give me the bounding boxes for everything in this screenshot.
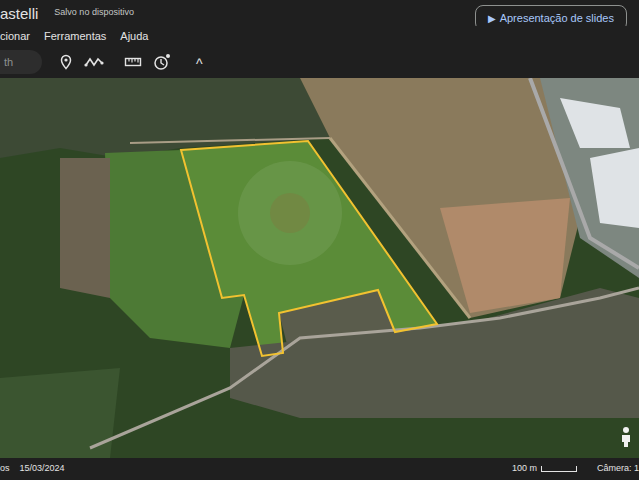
scale-line [541,466,577,472]
menu-item[interactable]: Ajuda [120,28,148,45]
search-field[interactable]: th [0,50,42,74]
camera-label: Câmera: 1 [597,462,639,476]
save-status: Salvo no dispositivo [54,6,134,20]
earth-app: astelli Salvo no dispositivo ▶ Apresenta… [0,0,639,480]
slides-icon: ▶ [488,11,496,26]
menu-bar: cionar Ferramentas Ajuda [0,26,639,46]
satellite-map-icon [0,78,639,458]
ruler-icon[interactable] [124,54,142,70]
data-label: os [0,462,10,476]
collapse-button[interactable]: ^ [196,53,203,71]
menu-item[interactable]: cionar [0,28,30,45]
menu-item[interactable]: Ferramentas [44,28,106,45]
scale-bar: 100 m [512,462,577,476]
slides-label: Apresentação de slides [500,10,614,27]
scale-label: 100 m [512,462,537,476]
title-bar: astelli Salvo no dispositivo ▶ Apresenta… [0,0,639,26]
search-text: th [4,54,13,71]
map-view[interactable] [0,78,639,458]
pegman-icon[interactable] [619,426,633,448]
path-icon[interactable] [84,54,104,70]
pin-icon[interactable] [58,54,74,70]
toolbar: th ^ [0,46,639,78]
project-title[interactable]: astelli [0,6,38,21]
view-3d-icon[interactable] [152,53,172,71]
status-bar: os 15/03/2024 100 m Câmera: 1 [0,458,639,480]
imagery-date: 15/03/2024 [20,462,65,476]
